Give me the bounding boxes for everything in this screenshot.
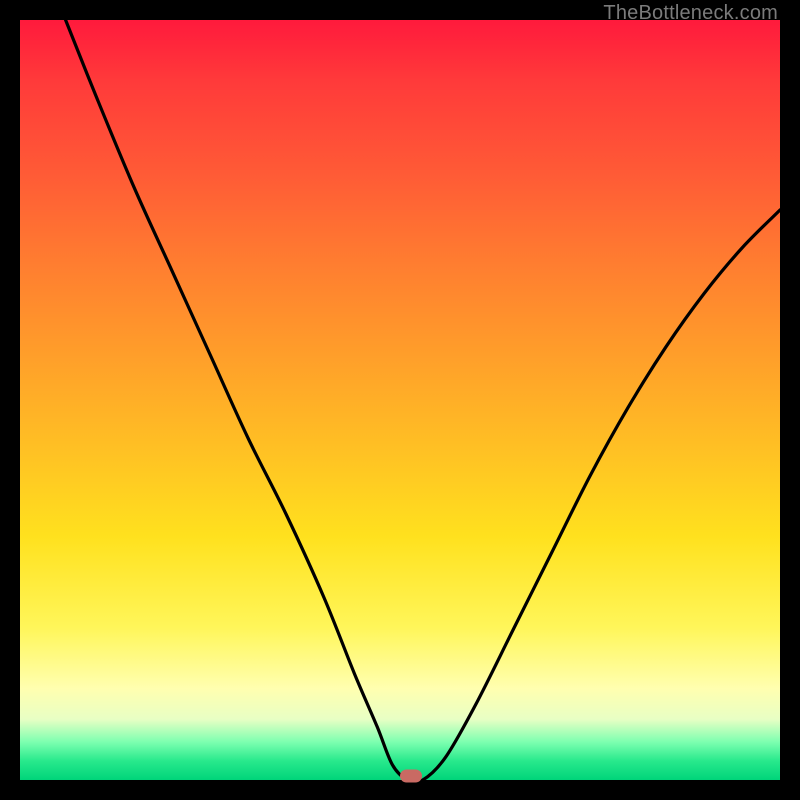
bottleneck-curve <box>20 20 780 780</box>
plot-area <box>20 20 780 780</box>
optimum-marker <box>400 770 422 783</box>
chart-frame: TheBottleneck.com <box>0 0 800 800</box>
